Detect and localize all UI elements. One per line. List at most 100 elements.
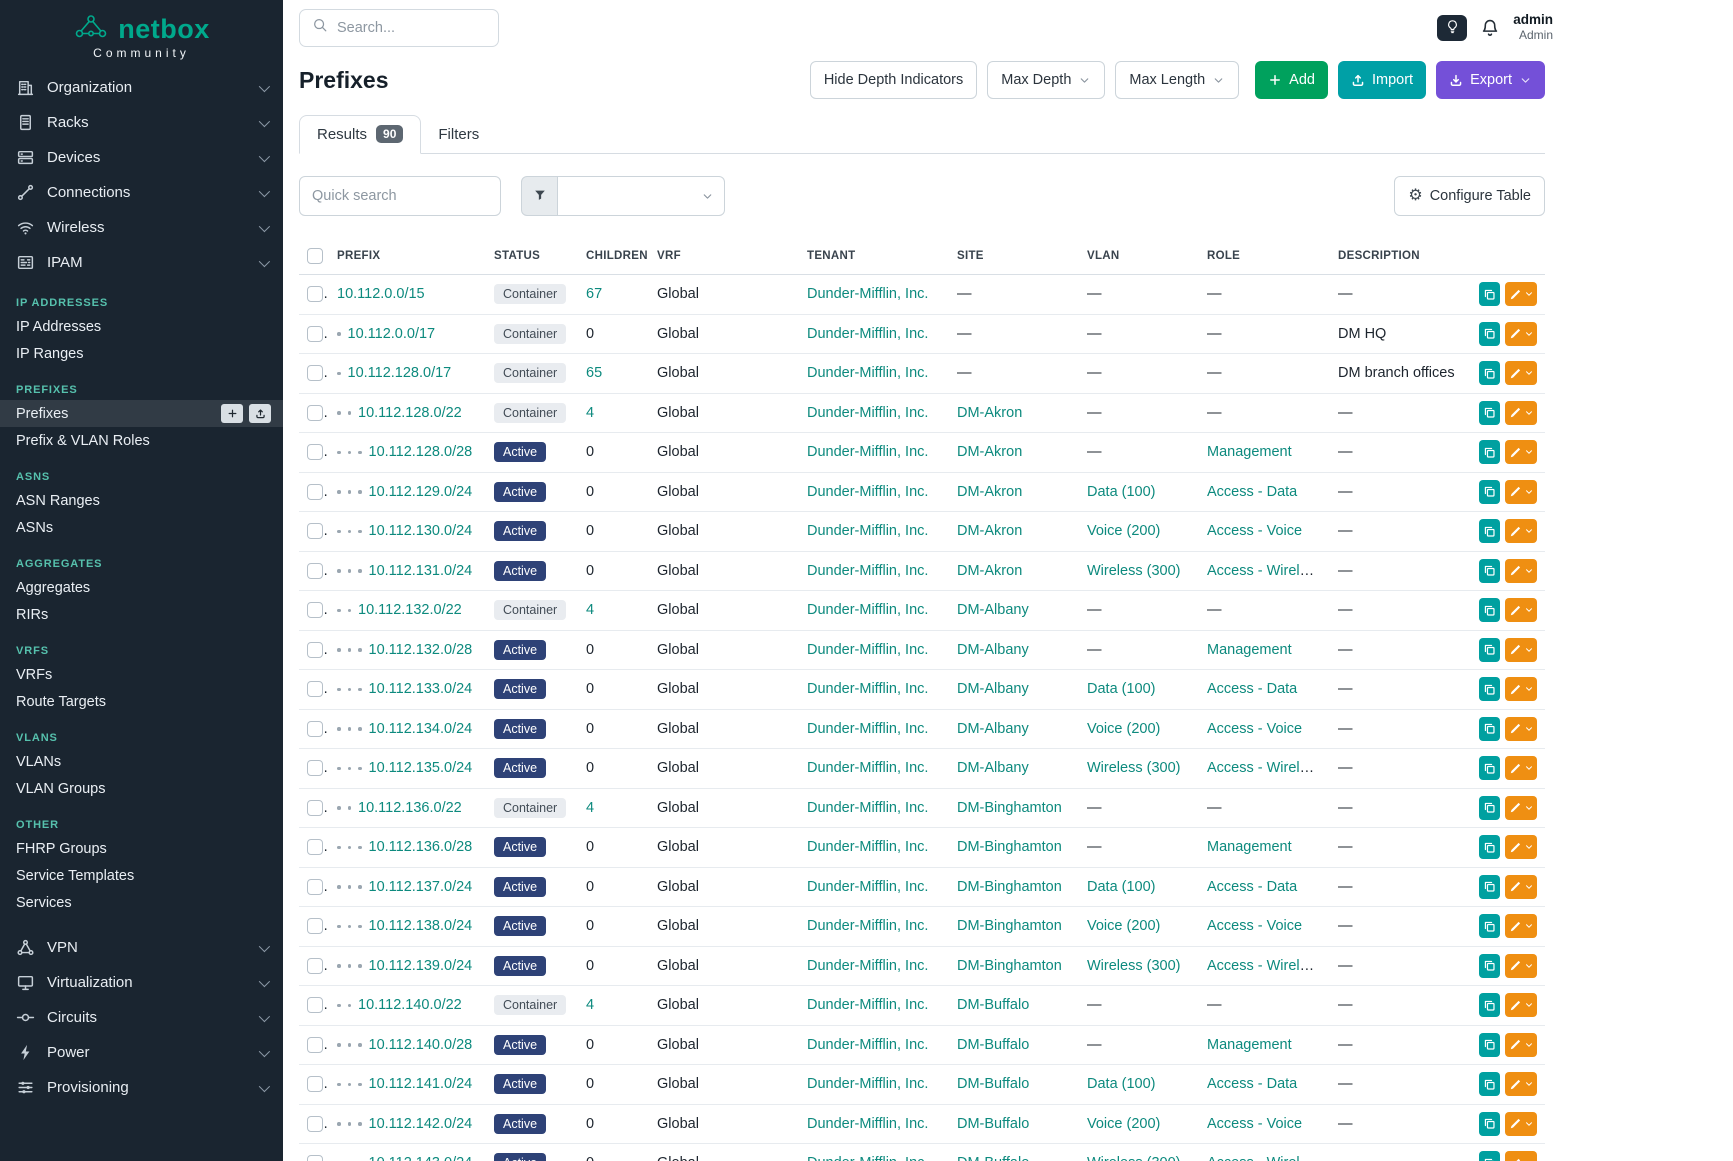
- tenant-link[interactable]: Dunder-Mifflin, Inc.: [807, 839, 928, 855]
- edit-button[interactable]: [1505, 835, 1537, 859]
- prefix-link[interactable]: 10.112.142.0/24: [369, 1116, 473, 1132]
- edit-button[interactable]: [1505, 1072, 1537, 1096]
- vlan-link[interactable]: Voice (200): [1087, 721, 1160, 737]
- sidebar-item-devices[interactable]: Devices: [0, 140, 283, 175]
- copy-button[interactable]: [1479, 875, 1500, 899]
- saved-filter-select[interactable]: [558, 176, 725, 216]
- tenant-link[interactable]: Dunder-Mifflin, Inc.: [807, 1116, 928, 1132]
- quick-import-button[interactable]: [249, 404, 271, 423]
- edit-button[interactable]: [1505, 756, 1537, 780]
- prefix-link[interactable]: 10.112.141.0/24: [369, 1076, 473, 1092]
- copy-button[interactable]: [1479, 361, 1500, 385]
- row-checkbox[interactable]: [307, 760, 323, 776]
- site-link[interactable]: DM-Binghamton: [957, 839, 1062, 855]
- hide-depth-indicators-button[interactable]: Hide Depth Indicators: [810, 61, 977, 99]
- role-link[interactable]: Access - Voice: [1207, 918, 1302, 934]
- sidebar-item-wireless[interactable]: Wireless: [0, 210, 283, 245]
- edit-button[interactable]: [1505, 638, 1537, 662]
- sidebar-item-provisioning[interactable]: Provisioning: [0, 1070, 283, 1105]
- sidebar-item-vlan-groups[interactable]: VLAN Groups: [0, 775, 283, 802]
- sidebar-item-virtualization[interactable]: Virtualization: [0, 965, 283, 1000]
- vlan-link[interactable]: Wireless (300): [1087, 760, 1180, 776]
- prefix-link[interactable]: 10.112.132.0/22: [358, 602, 462, 618]
- site-link[interactable]: DM-Akron: [957, 563, 1022, 579]
- sidebar-item-vpn[interactable]: VPN: [0, 930, 283, 965]
- tenant-link[interactable]: Dunder-Mifflin, Inc.: [807, 1155, 928, 1161]
- copy-button[interactable]: [1479, 440, 1500, 464]
- edit-button[interactable]: [1505, 796, 1537, 820]
- prefix-link[interactable]: 10.112.0.0/17: [348, 326, 436, 342]
- row-checkbox[interactable]: [307, 602, 323, 618]
- column-header-description[interactable]: DESCRIPTION: [1330, 240, 1471, 275]
- copy-button[interactable]: [1479, 480, 1500, 504]
- row-checkbox[interactable]: [307, 642, 323, 658]
- role-link[interactable]: Access - Data: [1207, 1076, 1297, 1092]
- copy-button[interactable]: [1479, 717, 1500, 741]
- column-header-prefix[interactable]: PREFIX: [329, 240, 486, 275]
- prefix-link[interactable]: 10.112.135.0/24: [369, 760, 473, 776]
- prefix-link[interactable]: 10.112.138.0/24: [369, 918, 473, 934]
- sidebar-item-racks[interactable]: Racks: [0, 105, 283, 140]
- tenant-link[interactable]: Dunder-Mifflin, Inc.: [807, 286, 928, 302]
- copy-button[interactable]: [1479, 638, 1500, 662]
- tenant-link[interactable]: Dunder-Mifflin, Inc.: [807, 444, 928, 460]
- vlan-link[interactable]: Voice (200): [1087, 1116, 1160, 1132]
- tenant-link[interactable]: Dunder-Mifflin, Inc.: [807, 326, 928, 342]
- tenant-link[interactable]: Dunder-Mifflin, Inc.: [807, 365, 928, 381]
- tenant-link[interactable]: Dunder-Mifflin, Inc.: [807, 602, 928, 618]
- role-link[interactable]: Access - Wireless: [1207, 563, 1322, 579]
- add-button[interactable]: Add: [1255, 61, 1328, 99]
- role-link[interactable]: Access - Wireless: [1207, 958, 1322, 974]
- row-checkbox[interactable]: [307, 839, 323, 855]
- column-header-site[interactable]: SITE: [949, 240, 1079, 275]
- global-search-input[interactable]: [337, 20, 467, 36]
- filter-button[interactable]: [521, 176, 558, 216]
- prefix-link[interactable]: 10.112.0.0/15: [337, 286, 425, 302]
- row-checkbox[interactable]: [307, 563, 323, 579]
- tenant-link[interactable]: Dunder-Mifflin, Inc.: [807, 918, 928, 934]
- sidebar-item-route-targets[interactable]: Route Targets: [0, 688, 283, 715]
- copy-button[interactable]: [1479, 993, 1500, 1017]
- site-link[interactable]: DM-Binghamton: [957, 879, 1062, 895]
- edit-button[interactable]: [1505, 993, 1537, 1017]
- prefix-link[interactable]: 10.112.130.0/24: [369, 523, 473, 539]
- site-link[interactable]: DM-Akron: [957, 405, 1022, 421]
- notifications-bell-icon[interactable]: [1480, 18, 1500, 38]
- row-checkbox[interactable]: [307, 879, 323, 895]
- edit-button[interactable]: [1505, 1033, 1537, 1057]
- edit-button[interactable]: [1505, 322, 1537, 346]
- vlan-link[interactable]: Wireless (300): [1087, 563, 1180, 579]
- site-link[interactable]: DM-Albany: [957, 602, 1029, 618]
- copy-button[interactable]: [1479, 282, 1500, 306]
- sidebar-item-asn-ranges[interactable]: ASN Ranges: [0, 487, 283, 514]
- max-depth-dropdown[interactable]: Max Depth: [987, 61, 1105, 99]
- edit-button[interactable]: [1505, 1112, 1537, 1136]
- prefix-link[interactable]: 10.112.132.0/28: [369, 642, 473, 658]
- copy-button[interactable]: [1479, 1151, 1500, 1161]
- sidebar-item-rirs[interactable]: RIRs: [0, 601, 283, 628]
- site-link[interactable]: DM-Binghamton: [957, 918, 1062, 934]
- row-checkbox[interactable]: [307, 326, 323, 342]
- children-link[interactable]: 67: [586, 286, 602, 302]
- tenant-link[interactable]: Dunder-Mifflin, Inc.: [807, 681, 928, 697]
- edit-button[interactable]: [1505, 677, 1537, 701]
- edit-button[interactable]: [1505, 559, 1537, 583]
- sidebar-item-asns[interactable]: ASNs: [0, 514, 283, 541]
- site-link[interactable]: DM-Buffalo: [957, 1037, 1029, 1053]
- row-checkbox[interactable]: [307, 1116, 323, 1132]
- edit-button[interactable]: [1505, 1151, 1537, 1161]
- row-checkbox[interactable]: [307, 444, 323, 460]
- sidebar-item-organization[interactable]: Organization: [0, 70, 283, 105]
- copy-button[interactable]: [1479, 322, 1500, 346]
- row-checkbox[interactable]: [307, 721, 323, 737]
- copy-button[interactable]: [1479, 796, 1500, 820]
- edit-button[interactable]: [1505, 598, 1537, 622]
- role-link[interactable]: Access - Wireless: [1207, 1155, 1322, 1161]
- netbox-logo[interactable]: netbox Community: [0, 0, 283, 70]
- tenant-link[interactable]: Dunder-Mifflin, Inc.: [807, 563, 928, 579]
- prefix-link[interactable]: 10.112.136.0/28: [369, 839, 473, 855]
- sidebar-item-services[interactable]: Services: [0, 889, 283, 916]
- row-checkbox[interactable]: [307, 918, 323, 934]
- sidebar-item-connections[interactable]: Connections: [0, 175, 283, 210]
- tenant-link[interactable]: Dunder-Mifflin, Inc.: [807, 642, 928, 658]
